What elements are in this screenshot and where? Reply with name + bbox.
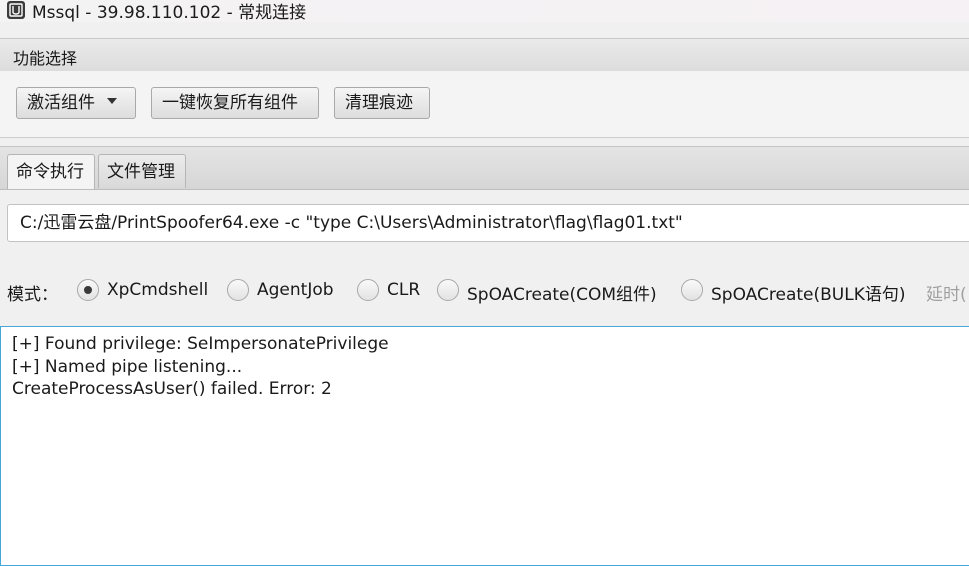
database-app-icon [7, 1, 25, 19]
radio-label: SpOACreate(COM组件) [467, 285, 657, 305]
command-input[interactable]: C:/迅雷云盘/PrintSpoofer64.exe -c "type C:\U… [7, 204, 969, 242]
mode-label: 模式： [7, 285, 58, 305]
tab-command-exec[interactable]: 命令执行 [7, 154, 95, 189]
radio-label: AgentJob [257, 280, 334, 300]
clear-traces-label: 清理痕迹 [345, 93, 413, 113]
radio-unchecked-icon [681, 279, 703, 301]
title-bar: Mssql - 39.98.110.102 - 常规连接 [0, 0, 969, 23]
restore-all-components-button[interactable]: 一键恢复所有组件 [151, 87, 319, 119]
output-line: CreateProcessAsUser() failed. Error: 2 [12, 379, 332, 399]
radio-unchecked-icon [357, 279, 379, 301]
radio-label: XpCmdshell [107, 280, 209, 300]
chevron-down-icon [107, 98, 117, 104]
output-line: [+] Found privilege: SeImpersonatePrivil… [12, 334, 389, 354]
radio-label: CLR [387, 280, 421, 300]
restore-all-label: 一键恢复所有组件 [162, 93, 298, 113]
function-section-title: 功能选择 [13, 49, 78, 68]
function-section-body [0, 71, 969, 138]
command-output[interactable]: [+] Found privilege: SeImpersonatePrivil… [0, 326, 969, 566]
tab-label: 命令执行 [16, 162, 84, 182]
function-section-header[interactable]: 功能选择 [0, 38, 969, 72]
activate-component-label: 激活组件 [27, 93, 95, 113]
output-line: [+] Named pipe listening... [12, 356, 243, 377]
window-title: Mssql - 39.98.110.102 - 常规连接 [32, 3, 307, 23]
clear-traces-button[interactable]: 清理痕迹 [334, 87, 430, 119]
tab-label: 文件管理 [107, 162, 175, 182]
activate-component-button[interactable]: 激活组件 [16, 87, 136, 119]
radio-checked-icon [77, 279, 99, 301]
delay-label: 延时( [926, 285, 967, 305]
radio-unchecked-icon [437, 279, 459, 301]
radio-label: SpOACreate(BULK语句) [711, 285, 906, 305]
radio-unchecked-icon [227, 279, 249, 301]
mode-selector: 模式： XpCmdshell AgentJob CLR SpOACreate(C… [0, 274, 969, 306]
tab-file-manager[interactable]: 文件管理 [98, 154, 186, 188]
